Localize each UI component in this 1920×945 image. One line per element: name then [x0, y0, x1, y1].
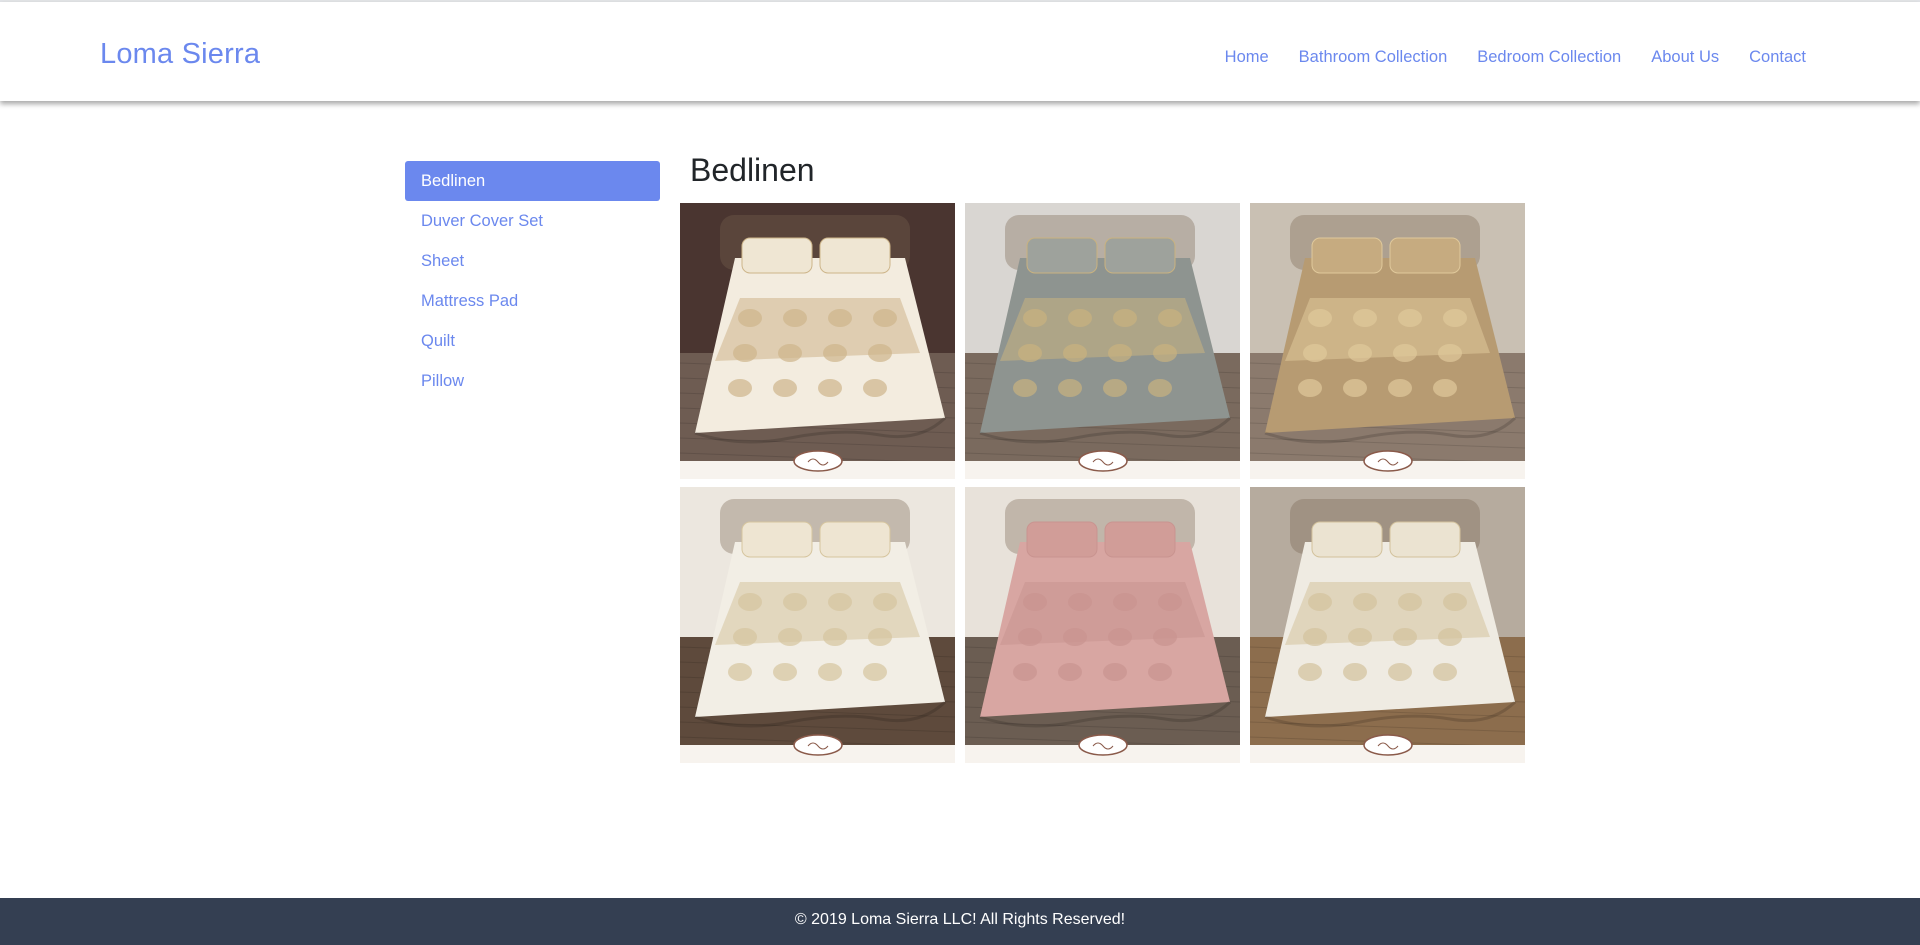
bed-product-image [965, 203, 1240, 479]
product-card[interactable] [965, 487, 1240, 763]
sidebar-item-duver-cover-set[interactable]: Duver Cover Set [405, 201, 660, 241]
product-card[interactable] [1250, 487, 1525, 763]
section-title: Bedlinen [690, 152, 815, 188]
brand-logo-link[interactable]: Loma Sierra [100, 38, 260, 71]
sidebar-item-pillow[interactable]: Pillow [405, 361, 660, 401]
nav-contact[interactable]: Contact [1749, 48, 1806, 67]
nav-bathroom-collection[interactable]: Bathroom Collection [1299, 48, 1448, 67]
product-card[interactable] [1250, 203, 1525, 479]
copyright-text: © 2019 Loma Sierra LLC! All Rights Reser… [794, 911, 1126, 928]
nav-about-us[interactable]: About Us [1651, 48, 1719, 67]
product-card[interactable] [680, 203, 955, 479]
category-sidebar: Bedlinen Duver Cover Set Sheet Mattress … [405, 161, 660, 401]
bed-product-image [680, 487, 955, 763]
product-card[interactable] [965, 203, 1240, 479]
nav-home[interactable]: Home [1225, 48, 1269, 67]
bed-product-image [1250, 487, 1525, 763]
sidebar-item-sheet[interactable]: Sheet [405, 241, 660, 281]
main-nav: Home Bathroom Collection Bedroom Collect… [1195, 48, 1806, 67]
bed-product-image [965, 487, 1240, 763]
bed-product-image [1250, 203, 1525, 479]
sidebar-item-bedlinen[interactable]: Bedlinen [405, 161, 660, 201]
sidebar-item-quilt[interactable]: Quilt [405, 321, 660, 361]
bed-product-image [680, 203, 955, 479]
product-grid [680, 203, 1525, 763]
site-header: Loma Sierra Home Bathroom Collection Bed… [0, 2, 1920, 101]
nav-bedroom-collection[interactable]: Bedroom Collection [1477, 48, 1621, 67]
sidebar-item-mattress-pad[interactable]: Mattress Pad [405, 281, 660, 321]
product-card[interactable] [680, 487, 955, 763]
site-footer: © 2019 Loma Sierra LLC! All Rights Reser… [0, 898, 1920, 945]
